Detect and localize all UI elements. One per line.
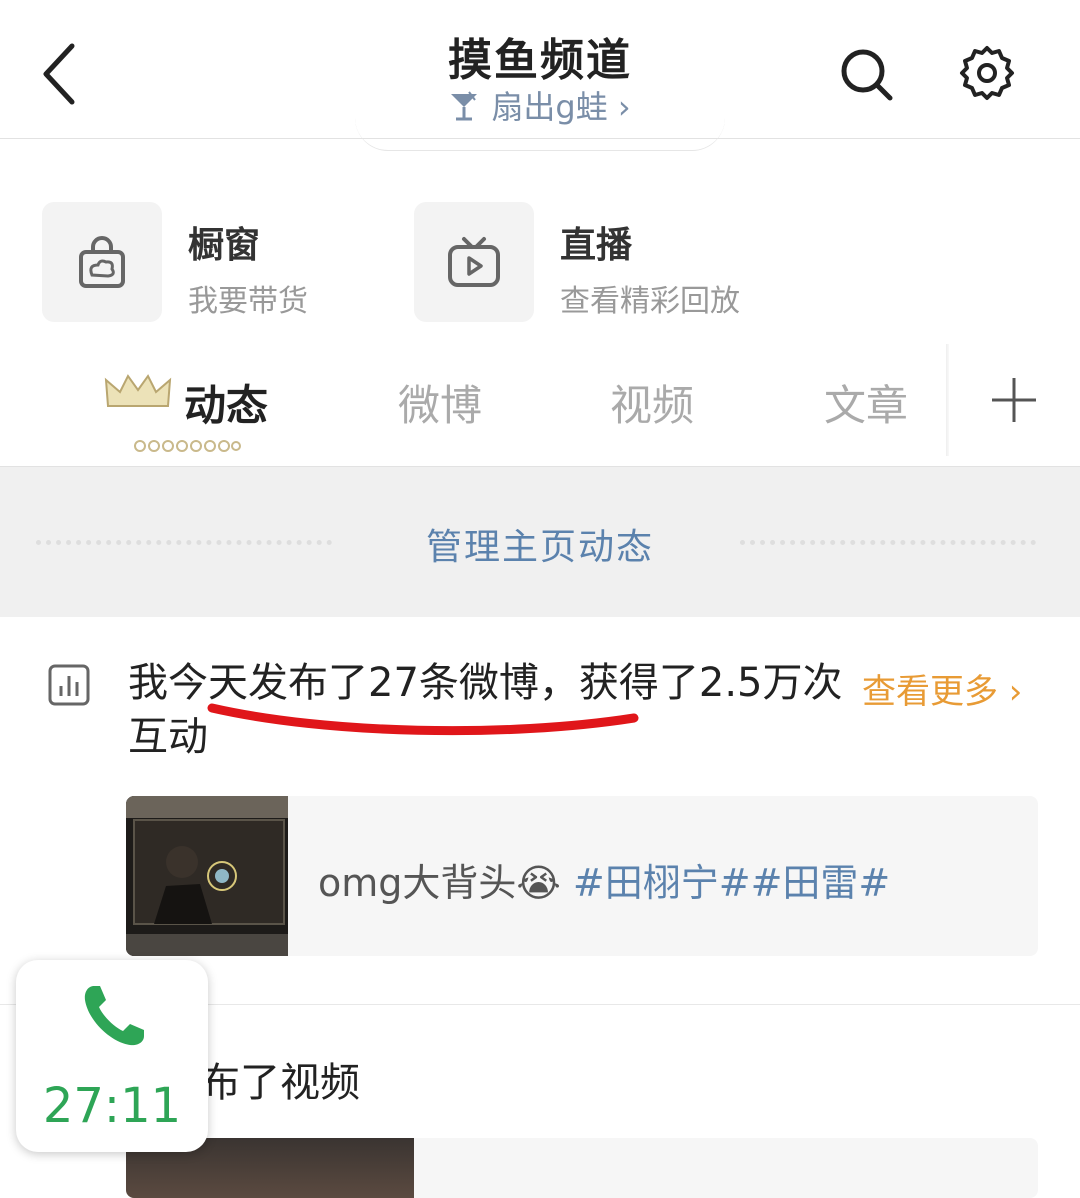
tab-weibo[interactable]: 微博 [398,372,482,433]
crying-emoji: 😭 [516,861,561,905]
decoration-swirl-icon [134,440,241,452]
post-caption: omg大背头 [318,861,517,905]
tab-dynamics[interactable]: 动态 [184,372,268,433]
red-underline-annotation [207,703,639,736]
tab-divider [946,344,949,456]
bar-chart-icon [48,664,90,706]
call-duration: 27:11 [42,1078,182,1134]
page-title: 摸鱼频道 [448,35,632,86]
shortcut-showcase[interactable] [42,202,162,322]
shortcut-live[interactable] [414,202,534,322]
video-post-card[interactable] [126,1138,1038,1198]
showcase-subtitle: 我要带货 [188,284,308,319]
view-more-link[interactable]: 查看更多 › [862,664,1022,713]
shopping-bag-icon [42,202,162,322]
manage-homepage-button[interactable]: 管理主页动态 [0,518,1080,570]
post-hashtags[interactable]: #田栩宁##田雷# [573,861,890,905]
tab-article[interactable]: 文章 [824,372,908,433]
showcase-title: 橱窗 [188,225,261,266]
live-title: 直播 [560,225,633,266]
post-card[interactable]: omg大背头😭 #田栩宁##田雷# [126,796,1038,956]
tv-play-icon [414,202,534,322]
live-subtitle: 查看精彩回放 [560,284,740,319]
phone-icon [84,986,144,1046]
post-text: omg大背头😭 #田栩宁##田雷# [318,852,890,907]
add-tab-icon[interactable] [990,376,1038,424]
crown-icon [104,374,172,407]
search-icon[interactable] [838,46,896,104]
video-post-text: 布了视频 [200,1060,360,1106]
tab-video[interactable]: 视频 [610,372,694,433]
gear-icon[interactable] [958,44,1016,102]
collapsed-panel-edge [355,118,725,151]
call-floating-widget[interactable]: 27:11 [16,960,208,1152]
post-thumbnail [126,796,288,956]
